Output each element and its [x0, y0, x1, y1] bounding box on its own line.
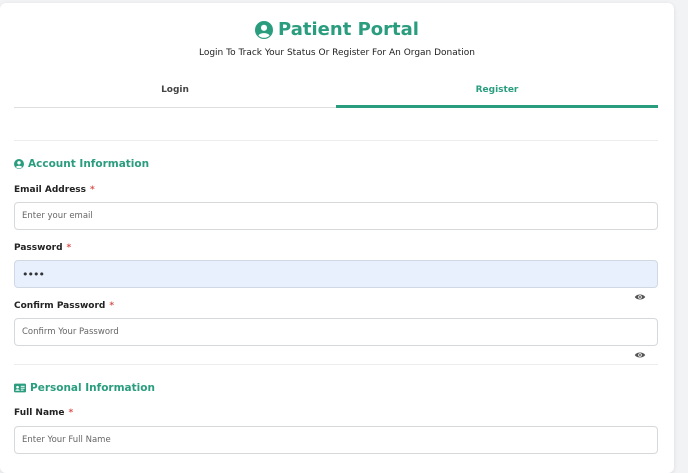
personal-information-title: Personal Information — [30, 382, 155, 394]
full-name-field[interactable] — [14, 426, 658, 454]
page-subtitle: Login To Track Your Status Or Register F… — [198, 47, 476, 58]
account-information-title: Account Information — [28, 158, 150, 170]
confirm-password-label-text: Confirm Password — [14, 301, 106, 311]
password-label-text: Password — [14, 243, 63, 253]
required-marker: * — [90, 185, 95, 195]
email-field[interactable] — [14, 202, 658, 230]
email-label-text: Email Address — [14, 185, 87, 195]
full-name-label-text: Full Name — [14, 408, 65, 418]
confirm-password-label: Confirm Password * — [14, 301, 114, 311]
tab-login[interactable]: Login — [14, 80, 336, 108]
required-marker: * — [68, 408, 74, 418]
section-divider — [14, 140, 658, 141]
personal-information-heading: Personal Information — [14, 382, 155, 394]
password-label: Password * — [14, 243, 71, 253]
email-label: Email Address * — [14, 185, 95, 195]
required-marker: * — [66, 243, 72, 253]
page-title: Patient Portal — [255, 19, 419, 40]
account-information-heading: Account Information — [14, 158, 149, 170]
patient-portal-card: Patient Portal Login To Track Your Statu… — [0, 3, 674, 473]
confirm-password-field[interactable] — [14, 318, 658, 346]
user-circle-icon — [14, 159, 24, 169]
auth-tabs: Login Register — [14, 80, 658, 108]
portal-header: Patient Portal Login To Track Your Statu… — [0, 19, 674, 58]
page-title-text: Patient Portal — [278, 19, 419, 40]
required-marker: * — [109, 301, 115, 311]
password-field[interactable] — [14, 260, 658, 288]
tab-register[interactable]: Register — [336, 80, 658, 108]
user-circle-icon — [255, 20, 274, 39]
section-divider — [14, 364, 658, 365]
eye-icon[interactable] — [634, 351, 646, 359]
eye-icon[interactable] — [634, 293, 646, 301]
full-name-label: Full Name * — [14, 408, 73, 418]
id-card-icon — [14, 383, 26, 393]
